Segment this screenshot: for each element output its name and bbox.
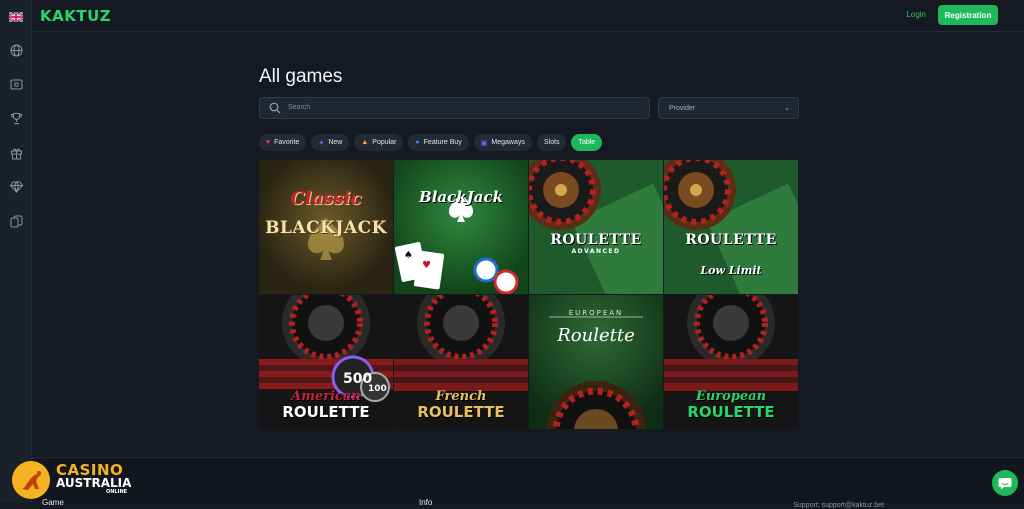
game-card-classic-blackjack[interactable]: Classic BLACKJACK <box>259 160 393 294</box>
thumbs-up-icon: ▲ <box>361 139 369 146</box>
heart-icon: ♥ <box>266 139 271 146</box>
site-logo[interactable]: KAKTUZ <box>40 7 111 25</box>
chip-label: New <box>328 139 343 146</box>
chip-new[interactable]: ✦ New <box>311 134 350 151</box>
chip-label: Feature Buy <box>423 139 462 146</box>
provider-placeholder: Provider <box>669 105 696 112</box>
lightning-icon: ✦ <box>318 139 325 147</box>
game-card-roulette-advanced[interactable]: ROULETTE ADVANCED <box>529 160 663 294</box>
uk-flag-icon[interactable] <box>8 9 24 25</box>
game-subtitle: Low Limit <box>700 264 762 277</box>
game-card-european-roulette-classic[interactable]: EUROPEAN Roulette <box>529 295 663 429</box>
chevron-down-icon: ⌄ <box>784 105 790 112</box>
game-title: European <box>695 389 767 404</box>
category-filters: ♥ Favorite ✦ New ▲ Popular ● Feature Buy… <box>259 134 603 151</box>
game-title: American <box>291 389 361 404</box>
game-subtitle: ROULETTE <box>417 403 505 421</box>
game-subtitle: BLACKJACK <box>265 218 387 238</box>
chat-icon <box>998 477 1012 489</box>
feature-buy-icon: ● <box>415 139 420 146</box>
chip-favorite[interactable]: ♥ Favorite <box>259 134 307 151</box>
watermark-line2: AUSTRALIA <box>56 476 132 490</box>
chip-slots[interactable]: Slots <box>536 134 567 151</box>
globe-icon[interactable] <box>8 42 24 58</box>
megaways-icon: ▣ <box>480 139 488 147</box>
svg-text:♥: ♥ <box>422 260 431 271</box>
roulette-wheel-icon <box>529 160 663 294</box>
game-title: French <box>435 389 487 404</box>
login-link[interactable]: Login <box>906 10 926 19</box>
game-title: EUROPEAN <box>568 309 624 317</box>
ticket-icon[interactable] <box>8 76 24 92</box>
casino-australia-watermark: CASINO AUSTRALIA ONLINE <box>10 459 132 503</box>
page-title: All games <box>259 66 343 87</box>
game-card-european-roulette[interactable]: European ROULETTE <box>664 295 798 429</box>
top-bar: KAKTUZ Login Registration <box>32 0 1024 32</box>
support-email[interactable]: Support: support@kaktuz.bet <box>793 502 884 509</box>
game-subtitle: Roulette <box>557 325 635 346</box>
svg-text:♠: ♠ <box>404 250 413 261</box>
game-card-american-roulette[interactable]: 500 100 American ROULETTE <box>259 295 393 429</box>
cards-icon[interactable] <box>8 213 24 229</box>
game-card-roulette-low-limit[interactable]: ROULETTE Low Limit <box>664 160 798 294</box>
games-section: All games Search Provider ⌄ ♥ Favorite ✦… <box>259 66 799 429</box>
chip-table[interactable]: Table <box>571 134 603 151</box>
game-subtitle: ROULETTE <box>687 403 775 421</box>
game-subtitle: ROULETTE <box>282 403 370 421</box>
cards-and-chips-icon: ♠ ♥ <box>394 194 519 294</box>
chat-button[interactable] <box>992 470 1018 496</box>
chip-megaways[interactable]: ▣ Megaways <box>473 134 532 151</box>
game-title: BlackJack <box>419 188 503 206</box>
game-card-french-roulette[interactable]: French ROULETTE <box>394 295 528 429</box>
game-card-blackjack[interactable]: ♠ ♥ BlackJack <box>394 160 528 294</box>
game-subtitle: ADVANCED <box>571 248 621 255</box>
watermark-line3: ONLINE <box>106 489 128 495</box>
chip-feature-buy[interactable]: ● Feature Buy <box>408 134 469 151</box>
diamond-icon[interactable] <box>8 179 24 195</box>
gift-icon[interactable] <box>8 145 24 161</box>
provider-select[interactable]: Provider ⌄ <box>658 97 799 119</box>
game-title: ROULETTE <box>550 232 642 248</box>
chip-label: Table <box>578 139 596 146</box>
game-title: Classic <box>290 188 362 209</box>
game-title: ROULETTE <box>685 232 777 248</box>
search-icon <box>269 102 281 114</box>
chip-label: Popular <box>372 139 397 146</box>
trophy-icon[interactable] <box>8 110 24 126</box>
chip-label: Favorite <box>274 139 300 146</box>
chip-label: Slots <box>543 139 560 146</box>
kangaroo-logo-icon <box>12 461 50 499</box>
registration-button[interactable]: Registration <box>938 5 998 25</box>
search-input[interactable]: Search <box>259 97 650 119</box>
footer: Game Info Support: support@kaktuz.bet <box>32 457 1024 509</box>
games-grid: Classic BLACKJACK ♠ ♥ BlackJack ROULETTE… <box>259 160 799 429</box>
search-placeholder: Search <box>288 104 311 111</box>
chip-label: Megaways <box>491 139 525 146</box>
sidebar <box>0 0 32 503</box>
chip-popular[interactable]: ▲ Popular <box>354 134 404 151</box>
